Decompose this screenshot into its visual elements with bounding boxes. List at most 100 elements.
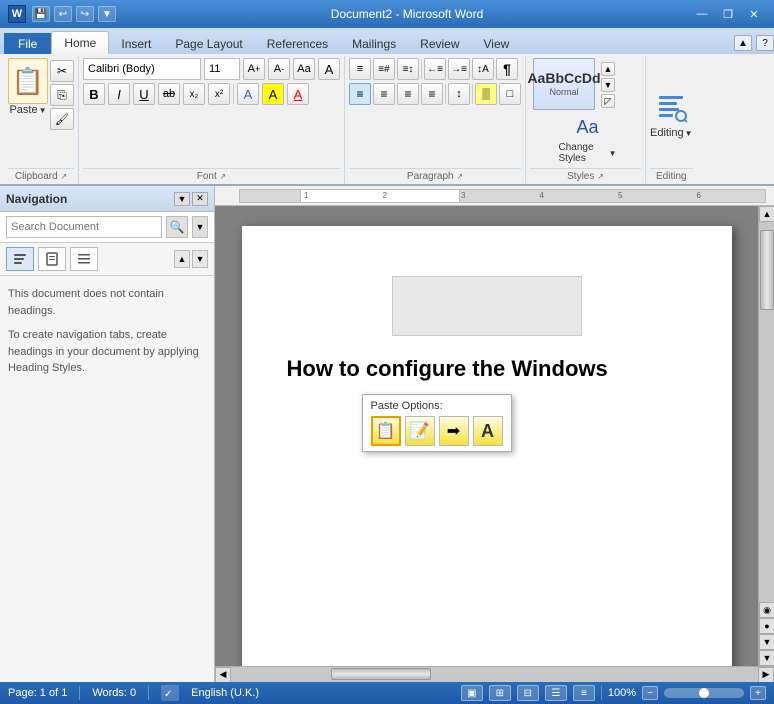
- zoom-slider[interactable]: [664, 688, 744, 698]
- text-effects-button[interactable]: A: [237, 83, 259, 105]
- select-browse-object-button[interactable]: ●: [759, 618, 774, 634]
- nav-dropdown-button[interactable]: ▼: [174, 192, 190, 206]
- paste-keep-source-button[interactable]: 📋: [371, 416, 401, 446]
- redo-button[interactable]: ↪: [76, 6, 94, 22]
- styles-scroll-down-button[interactable]: ▼: [601, 78, 615, 92]
- tab-home[interactable]: Home: [51, 31, 109, 54]
- paragraph-expand-icon[interactable]: ↗: [456, 172, 463, 181]
- minimize-button[interactable]: —: [690, 5, 714, 23]
- scroll-left-button[interactable]: ◀: [215, 667, 231, 683]
- numbering-button[interactable]: ≡#: [373, 58, 395, 80]
- font-group-label: Font ↗: [83, 168, 340, 184]
- bullets-button[interactable]: ≡: [349, 58, 371, 80]
- close-button[interactable]: ✕: [742, 5, 766, 23]
- editing-dropdown-icon[interactable]: ▼: [685, 129, 693, 138]
- paste-text-only-button[interactable]: A: [473, 416, 503, 446]
- h-scroll-thumb[interactable]: [331, 668, 431, 680]
- tab-page-layout[interactable]: Page Layout: [163, 33, 254, 54]
- tab-references[interactable]: References: [255, 33, 340, 54]
- format-painter-button[interactable]: 🖌: [50, 108, 74, 130]
- vertical-scrollbar: ▲ ◉ ● ▼ ▼: [758, 206, 774, 666]
- tab-view[interactable]: View: [472, 33, 522, 54]
- justify-button[interactable]: ≡: [421, 83, 443, 105]
- paste-merge-format-button[interactable]: 📝: [405, 416, 435, 446]
- outline-view-button[interactable]: ☰: [545, 685, 567, 701]
- undo-button[interactable]: ↩: [54, 6, 72, 22]
- show-marks-button[interactable]: ¶: [496, 58, 518, 80]
- paste-keep-text-button[interactable]: ➡: [439, 416, 469, 446]
- strikethrough-button[interactable]: ab: [158, 83, 180, 105]
- search-button[interactable]: 🔍: [166, 216, 188, 238]
- tab-insert[interactable]: Insert: [109, 33, 163, 54]
- font-expand-icon[interactable]: ↗: [220, 172, 227, 181]
- decrease-indent-button[interactable]: ←≡: [424, 58, 446, 80]
- proofing-icon[interactable]: ✓: [161, 685, 179, 701]
- multilevel-list-button[interactable]: ≡↕: [397, 58, 419, 80]
- next-page-button[interactable]: ▼: [759, 634, 774, 650]
- quick-styles-button[interactable]: AaBbCcDd Normal: [530, 58, 598, 110]
- zoom-in-button[interactable]: +: [750, 686, 766, 700]
- font-color-button[interactable]: A: [287, 83, 309, 105]
- customize-qat-button[interactable]: ▼: [98, 6, 116, 22]
- draft-view-button[interactable]: ≡: [573, 685, 595, 701]
- ribbon-minimize-button[interactable]: ▲: [734, 35, 752, 51]
- navigation-content: This document does not contain headings.…: [0, 276, 214, 682]
- grow-font-button[interactable]: A+: [243, 58, 265, 80]
- help-button[interactable]: ?: [756, 35, 774, 51]
- align-right-button[interactable]: ≡: [397, 83, 419, 105]
- bold-button[interactable]: B: [83, 83, 105, 105]
- shading-button[interactable]: ▒: [475, 83, 497, 105]
- superscript-button[interactable]: x²: [208, 83, 230, 105]
- underline-button[interactable]: U: [133, 83, 155, 105]
- change-case-button[interactable]: Aa: [293, 58, 315, 80]
- clear-format-button[interactable]: A: [318, 58, 340, 80]
- nav-tab-headings[interactable]: [6, 247, 34, 271]
- sort-button[interactable]: ↕A: [472, 58, 494, 80]
- tab-file[interactable]: File: [4, 33, 51, 54]
- align-left-button[interactable]: ≡: [349, 83, 371, 105]
- increase-indent-button[interactable]: →≡: [448, 58, 470, 80]
- line-spacing-button[interactable]: ↕: [448, 83, 470, 105]
- nav-next-button[interactable]: ▼: [192, 250, 208, 268]
- nav-tab-results[interactable]: [70, 247, 98, 271]
- cut-button[interactable]: ✂: [50, 60, 74, 82]
- language-status[interactable]: English (U.K.): [191, 687, 259, 699]
- full-screen-button[interactable]: ⊞: [489, 685, 511, 701]
- save-button[interactable]: 💾: [32, 6, 50, 22]
- subscript-button[interactable]: x₂: [183, 83, 205, 105]
- zoom-slider-thumb[interactable]: [699, 688, 709, 698]
- search-input[interactable]: [6, 216, 162, 238]
- paste-dropdown-icon[interactable]: ▼: [39, 106, 47, 115]
- styles-more-button[interactable]: ◸: [601, 94, 615, 108]
- font-name-select[interactable]: Calibri (Body): [83, 58, 201, 80]
- tab-review[interactable]: Review: [408, 33, 471, 54]
- restore-button[interactable]: ❐: [716, 5, 740, 23]
- zoom-level: 100%: [608, 687, 636, 699]
- zoom-out-button[interactable]: −: [642, 686, 658, 700]
- search-options-button[interactable]: ▼: [192, 216, 208, 238]
- scroll-right-button[interactable]: ▶: [758, 667, 774, 683]
- prev-page-button[interactable]: ◉: [759, 602, 774, 618]
- shrink-font-button[interactable]: A-: [268, 58, 290, 80]
- italic-button[interactable]: I: [108, 83, 130, 105]
- change-styles-button[interactable]: Aa Change Styles▼: [559, 112, 617, 164]
- scroll-up-button[interactable]: ▲: [759, 206, 774, 222]
- tab-mailings[interactable]: Mailings: [340, 33, 408, 54]
- nav-prev-button[interactable]: ▲: [174, 250, 190, 268]
- copy-button[interactable]: ⎘: [50, 84, 74, 106]
- nav-tab-pages[interactable]: [38, 247, 66, 271]
- print-layout-button[interactable]: ▣: [461, 685, 483, 701]
- change-styles-dropdown[interactable]: ▼: [609, 149, 617, 158]
- styles-expand-icon[interactable]: ↗: [597, 172, 604, 181]
- web-layout-button[interactable]: ⊟: [517, 685, 539, 701]
- styles-scroll-up-button[interactable]: ▲: [601, 62, 615, 76]
- scroll-thumb[interactable]: [760, 230, 774, 310]
- nav-close-button[interactable]: ✕: [192, 192, 208, 206]
- paste-button[interactable]: 📋 Paste ▼: [8, 58, 48, 166]
- borders-button[interactable]: □: [499, 83, 521, 105]
- editing-button[interactable]: Editing▼: [650, 89, 693, 139]
- text-highlight-button[interactable]: A: [262, 83, 284, 105]
- align-center-button[interactable]: ≡: [373, 83, 395, 105]
- clipboard-expand-icon[interactable]: ↗: [60, 172, 67, 181]
- font-size-select[interactable]: 11: [204, 58, 240, 80]
